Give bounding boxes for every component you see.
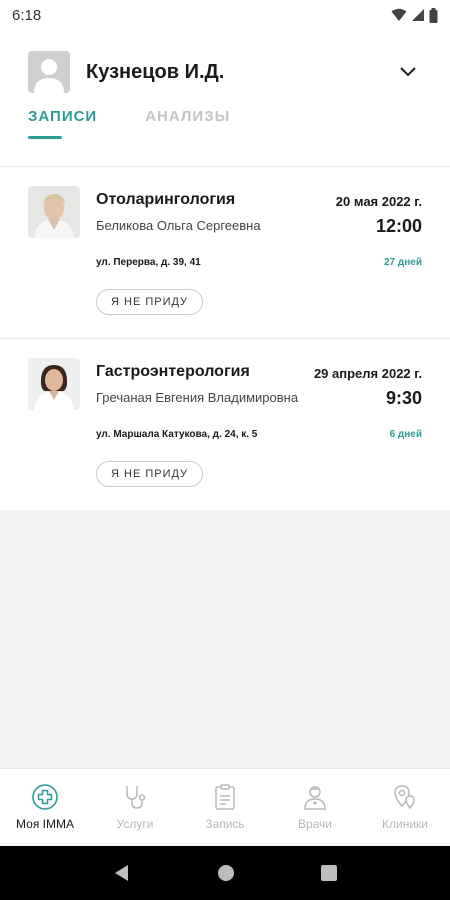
appointment-card[interactable]: Гастроэнтерология Гречаная Евгения Влади… [0, 339, 450, 510]
signal-icon [412, 9, 424, 21]
chevron-down-icon[interactable] [398, 62, 418, 82]
nav-item-services[interactable]: Услуги [90, 769, 180, 846]
nav-item-clinics[interactable]: Клиники [360, 769, 450, 846]
tab-analyses[interactable]: Анализы [145, 108, 230, 139]
home-icon[interactable] [217, 864, 235, 882]
medical-cross-icon [32, 784, 58, 810]
appointment-doctor: Беликова Ольга Сергеевна [96, 218, 261, 233]
user-silhouette-icon [28, 51, 70, 93]
doctor-photo [28, 358, 80, 410]
nav-label: Врачи [297, 817, 333, 831]
appointment-date: 29 апреля 2022 г. [313, 366, 422, 381]
nav-label: Моя IMMA [16, 817, 74, 831]
wifi-icon [391, 8, 407, 21]
tab-bar: Записи Анализы [28, 108, 278, 139]
profile-name: Кузнецов И.Д. [86, 60, 225, 83]
bottom-navigation: Моя IMMA Услуги Запись Врачи Клиники [0, 768, 450, 846]
tab-appointments[interactable]: Записи [28, 108, 97, 139]
profile-header[interactable]: Кузнецов И.Д. [28, 50, 422, 94]
cancel-appointment-button[interactable]: Я НЕ ПРИДУ [96, 461, 204, 487]
appointment-address: ул. Перерва, д. 39, 41 [96, 257, 201, 268]
doctor-icon [304, 786, 326, 810]
appointment-specialty: Отоларингология [96, 191, 236, 208]
status-time: 6:18 [12, 6, 42, 24]
nav-item-doctors[interactable]: Врачи [270, 769, 360, 846]
nav-label: Запись [205, 817, 245, 831]
appointment-address: ул. Маршала Катукова, д. 24, к. 5 [96, 429, 258, 440]
recents-icon[interactable] [321, 865, 337, 881]
appointment-time: 12:00 [375, 216, 422, 236]
status-bar: 6:18 [0, 0, 450, 30]
map-pin-icon [394, 785, 415, 810]
empty-area [0, 510, 450, 768]
appointment-days-left: 6 дней [389, 429, 422, 440]
system-navigation-bar [0, 846, 450, 900]
appointment-card[interactable]: Отоларингология Беликова Ольга Сергеевна… [0, 167, 450, 338]
appointment-doctor: Гречаная Евгения Владимировна [96, 390, 299, 405]
avatar [28, 51, 70, 93]
doctor-photo [28, 186, 80, 238]
stethoscope-icon [126, 786, 146, 809]
nav-label: Клиники [382, 817, 428, 831]
appointment-specialty: Гастроэнтерология [96, 363, 250, 380]
appointment-date: 20 мая 2022 г. [335, 194, 422, 209]
nav-item-my-imma[interactable]: Моя IMMA [0, 769, 90, 846]
nav-label: Услуги [116, 817, 154, 831]
clipboard-icon [215, 784, 235, 810]
cancel-appointment-button[interactable]: Я НЕ ПРИДУ [96, 289, 204, 315]
nav-item-booking[interactable]: Запись [180, 769, 270, 846]
back-icon[interactable] [113, 864, 131, 882]
battery-icon [429, 7, 438, 23]
appointment-days-left: 27 дней [384, 257, 422, 268]
status-icons [391, 7, 438, 23]
appointment-time: 9:30 [385, 388, 422, 408]
